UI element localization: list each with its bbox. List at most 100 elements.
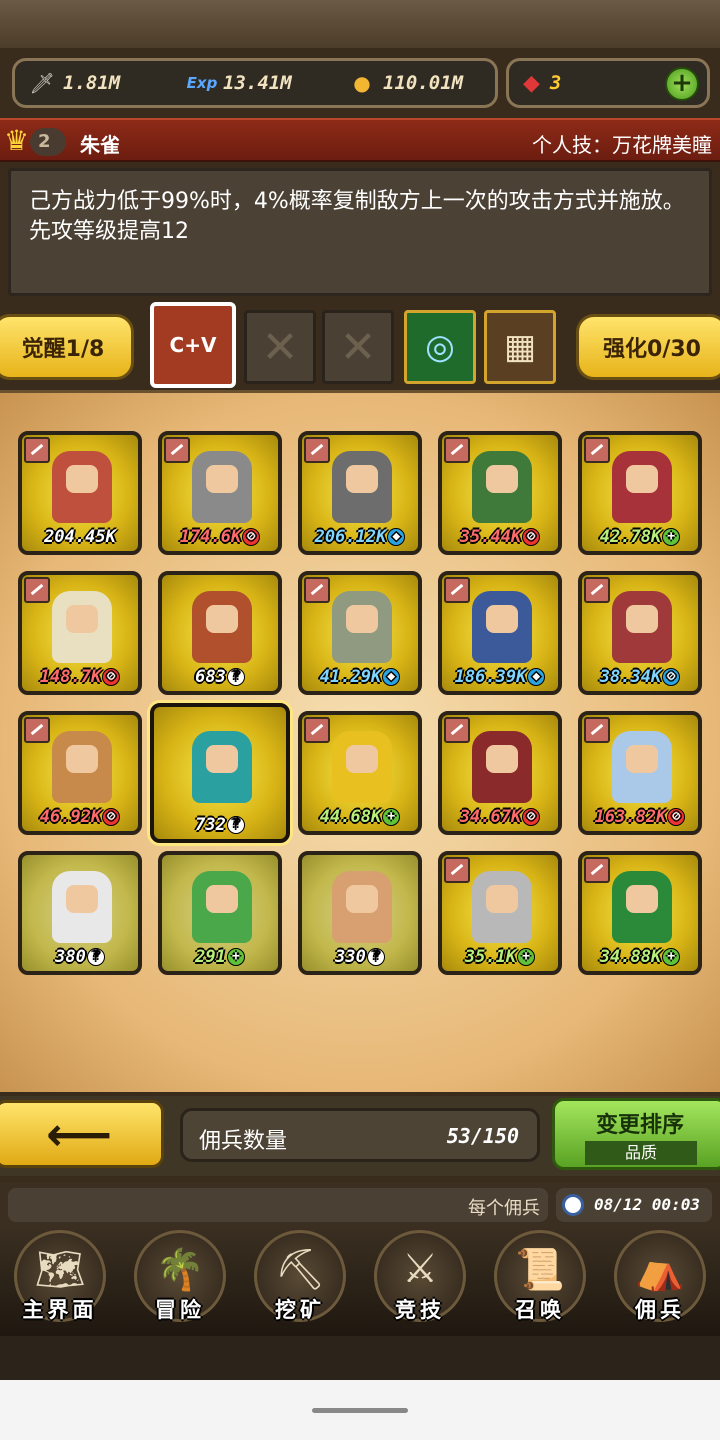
equipped-sword-icon — [304, 717, 330, 743]
mercenary-portrait — [332, 871, 392, 943]
mercenary-card[interactable]: 163.82K ⊘ — [578, 711, 702, 835]
mercenary-portrait — [192, 871, 252, 943]
mercenary-card[interactable]: 34.88K + — [578, 851, 702, 975]
equipped-sword-icon — [304, 577, 330, 603]
home-indicator[interactable] — [312, 1408, 408, 1413]
scroll-icon: 📜 — [515, 1247, 565, 1293]
back-button[interactable]: ⟵ — [0, 1100, 164, 1168]
mercenary-count: 佣兵数量 53/150 — [180, 1108, 540, 1162]
enhance-button[interactable]: 强化0/30 — [576, 314, 720, 380]
nav-adventure[interactable]: 🌴 冒险 — [120, 1226, 240, 1336]
mercenary-power: 34.67K ⊘ — [442, 807, 558, 827]
mercenary-portrait — [192, 591, 252, 663]
mercenary-card[interactable]: 206.12K ◆ — [298, 431, 422, 555]
mercenary-power-value: 732 — [195, 815, 226, 835]
mercenary-card[interactable]: 683? — [158, 571, 282, 695]
island-icon: 🌴 — [155, 1247, 205, 1293]
awaken-button[interactable]: 觉醒1/8 — [0, 314, 134, 380]
mercenary-power-value: 291 — [195, 947, 226, 967]
nav-mercenary[interactable]: ⛺ 佣兵 — [600, 1226, 720, 1336]
nav-summon[interactable]: 📜 召唤 — [480, 1226, 600, 1336]
equip-slot-empty-2[interactable]: ✕ — [322, 310, 394, 384]
equipped-sword-icon — [584, 717, 610, 743]
mercenary-card[interactable]: 380? — [18, 851, 142, 975]
mercenary-power: 204.45K — [22, 527, 138, 547]
mercenary-power-value: 35.1K — [464, 947, 517, 967]
mercenary-portrait — [612, 731, 672, 803]
resource-bar: 🗡 1.81M Exp 13.41M ● 110.01M — [12, 58, 498, 108]
nav-adventure-label: 冒险 — [155, 1298, 205, 1322]
mercenary-card[interactable]: 186.39K ◆ — [438, 571, 562, 695]
mercenary-power-value: 46.92K — [39, 807, 102, 827]
equipped-sword-icon — [444, 577, 470, 603]
mercenary-power-value: 380 — [55, 947, 86, 967]
mercenary-card[interactable]: 38.34K ⊘ — [578, 571, 702, 695]
gold-resource: ● 110.01M — [335, 61, 495, 105]
class-badge-icon: ? — [226, 816, 245, 834]
mercenary-power: 683? — [162, 667, 278, 687]
mercenary-portrait — [192, 731, 252, 803]
nav-arena[interactable]: ⚔ 竞技 — [360, 1226, 480, 1336]
mercenary-portrait — [332, 731, 392, 803]
gold-value: 110.01M — [383, 72, 464, 94]
mercenary-card[interactable]: 330? — [298, 851, 422, 975]
mercenary-card[interactable]: 41.29K ◆ — [298, 571, 422, 695]
class-badge-icon: + — [226, 948, 245, 966]
crown-icon: ♛ — [4, 124, 30, 157]
equipped-sword-icon — [444, 857, 470, 883]
sort-mode: 品质 — [585, 1141, 697, 1165]
rank-badge: 2 — [30, 128, 66, 156]
mercenary-portrait — [612, 591, 672, 663]
mercenary-card[interactable]: 42.78K + — [578, 431, 702, 555]
mercenary-portrait — [192, 451, 252, 523]
mercenary-power-value: 174.6K — [179, 527, 242, 547]
mercenary-card[interactable]: 174.6K ⊘ — [158, 431, 282, 555]
mercenary-power-value: 163.82K — [594, 807, 667, 827]
mercenary-portrait — [52, 731, 112, 803]
mercenary-card[interactable]: 44.68K + — [298, 711, 422, 835]
class-badge-icon: ⊘ — [667, 808, 686, 826]
mercenary-card[interactable]: 46.92K ⊘ — [18, 711, 142, 835]
equip-slot-active[interactable]: C+V — [150, 302, 236, 388]
equip-slot-scroll[interactable]: ▦ — [484, 310, 556, 384]
attack-value: 1.81M — [63, 72, 121, 94]
sort-button[interactable]: 变更排序 品质 — [552, 1098, 720, 1170]
control-row: ⟵ 佣兵数量 53/150 变更排序 品质 — [0, 1096, 720, 1176]
class-badge-icon: + — [517, 948, 536, 966]
system-nav-bar — [0, 1380, 720, 1440]
class-badge-icon: ⊘ — [662, 668, 681, 686]
mercenary-power: 291 + — [162, 947, 278, 967]
equipped-sword-icon — [24, 437, 50, 463]
gold-coin-icon: ● — [353, 71, 371, 95]
exp-icon: Exp — [186, 74, 218, 92]
mercenary-card[interactable]: 34.67K ⊘ — [438, 711, 562, 835]
hero-name: 朱雀 — [80, 133, 120, 157]
hero-skill: 个人技：万花牌美瞳 — [532, 133, 712, 157]
mercenary-card[interactable]: 35.1K + — [438, 851, 562, 975]
mercenary-card[interactable]: 204.45K — [18, 431, 142, 555]
mercenary-power-value: 204.45K — [44, 527, 116, 547]
mercenary-power: 35.44K ⊘ — [442, 527, 558, 547]
class-badge-icon: ⊘ — [102, 668, 121, 686]
tent-icon: ⛺ — [635, 1247, 685, 1293]
mercenary-portrait — [612, 871, 672, 943]
mercenary-card[interactable]: 291 + — [158, 851, 282, 975]
nav-mining[interactable]: ⛏ 挖矿 — [240, 1226, 360, 1336]
close-icon: ✕ — [261, 321, 299, 373]
nav-arena-label: 竞技 — [395, 1298, 445, 1322]
equipped-sword-icon — [584, 437, 610, 463]
equip-slot-empty-1[interactable]: ✕ — [244, 310, 316, 384]
add-gems-button[interactable]: + — [665, 67, 699, 101]
mercenary-card[interactable]: 732? — [150, 703, 290, 843]
bottom-strip — [0, 1336, 720, 1380]
sword-icon: 🗡 — [29, 71, 55, 95]
class-badge-icon: ? — [86, 948, 105, 966]
nav-main[interactable]: 🗺 主界面 — [0, 1226, 120, 1336]
mercenary-power: 38.34K ⊘ — [582, 667, 698, 687]
mercenary-power-value: 34.67K — [459, 807, 522, 827]
mercenary-card[interactable]: 148.7K ⊘ — [18, 571, 142, 695]
mercenary-power: 174.6K ⊘ — [162, 527, 278, 547]
count-label: 佣兵数量 — [199, 1129, 288, 1154]
equip-slot-mirror[interactable]: ◎ — [404, 310, 476, 384]
mercenary-card[interactable]: 35.44K ⊘ — [438, 431, 562, 555]
